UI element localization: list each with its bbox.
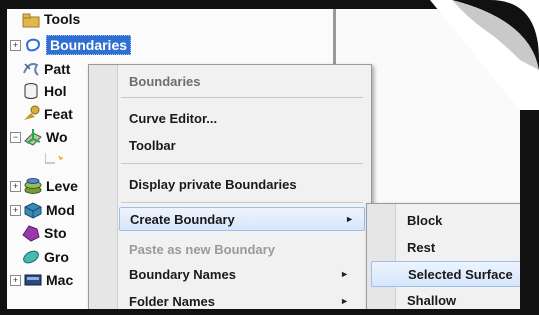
workplanes-icon	[24, 129, 42, 146]
submenu-item-rest[interactable]: Rest	[407, 234, 519, 260]
tree-item-stock[interactable]: Sto	[21, 221, 67, 245]
tree-item-patterns[interactable]: Patt	[21, 57, 70, 81]
frame-border-top	[0, 0, 452, 9]
boundaries-context-menu: Boundaries Curve Editor... Toolbar Displ…	[88, 64, 372, 311]
stock-icon	[22, 225, 40, 242]
submenu-arrow-icon: ►	[340, 269, 349, 279]
expand-icon[interactable]: +	[10, 204, 21, 216]
levels-icon	[24, 178, 42, 194]
screenshot-canvas: Tools + Boundaries Patt Hol Feat − Wo + …	[0, 0, 539, 315]
menu-separator	[121, 97, 363, 98]
tree-item-label: Gro	[44, 249, 69, 265]
tree-item-groups[interactable]: Gro	[21, 245, 69, 269]
menu-item-display-private-boundaries[interactable]: Display private Boundaries	[129, 172, 359, 196]
page-curl-icon	[430, 0, 539, 110]
menu-item-create-boundary[interactable]: Create Boundary ►	[119, 207, 365, 231]
tree-item-label: Mac	[46, 272, 74, 288]
tools-folder-icon	[22, 13, 40, 28]
tree-item-label: Leve	[46, 178, 78, 194]
tree-item-label: Mod	[46, 202, 75, 218]
create-boundary-submenu: Block Rest Selected Surface Shallow	[366, 203, 526, 313]
tree-item-levels[interactable]: + Leve	[10, 174, 78, 198]
submenu-item-block[interactable]: Block	[407, 207, 519, 233]
tree-item-label: Hol	[44, 83, 67, 99]
expand-icon[interactable]: +	[10, 39, 21, 51]
workplane-child-icon	[45, 153, 63, 164]
holes-icon	[24, 83, 38, 99]
menu-header: Boundaries	[129, 73, 201, 89]
menu-item-label: Boundary Names	[129, 266, 236, 282]
tree-item-label: Sto	[44, 225, 67, 241]
frame-border-bottom	[0, 309, 539, 315]
menu-item-boundary-names[interactable]: Boundary Names ►	[129, 262, 359, 286]
features-icon	[24, 105, 40, 120]
tree-item-label: Feat	[44, 106, 73, 122]
tree-item-tools[interactable]: Tools	[21, 7, 80, 31]
collapse-icon[interactable]: −	[10, 131, 21, 143]
tree-item-label: Wo	[46, 129, 68, 145]
models-icon	[24, 202, 42, 219]
tree-item-machine[interactable]: + Mac	[10, 268, 73, 292]
tree-item-features[interactable]: Feat	[21, 102, 73, 126]
menu-item-curve-editor[interactable]: Curve Editor...	[129, 106, 359, 130]
tree-item-workplanes[interactable]: − Wo	[10, 125, 68, 149]
patterns-icon	[23, 63, 39, 76]
machine-icon	[24, 274, 42, 286]
submenu-arrow-icon: ►	[345, 214, 354, 224]
submenu-item-selected-surface[interactable]: Selected Surface	[371, 261, 521, 287]
groups-icon	[23, 250, 39, 264]
tree-item-models[interactable]: + Mod	[10, 198, 75, 222]
menu-gutter	[89, 65, 118, 310]
tree-item-boundaries[interactable]: + Boundaries	[10, 33, 132, 57]
boundaries-icon	[25, 38, 41, 52]
menu-item-label: Folder Names	[129, 293, 215, 309]
frame-border-left	[0, 0, 7, 315]
menu-item-toolbar[interactable]: Toolbar	[129, 133, 359, 157]
expand-icon[interactable]: +	[10, 274, 21, 286]
menu-item-label: Create Boundary	[130, 211, 235, 227]
tree-item-label: Boundaries	[46, 35, 132, 55]
submenu-arrow-icon: ►	[340, 296, 349, 306]
expand-icon[interactable]: +	[10, 180, 21, 192]
tree-item-label: Tools	[44, 11, 81, 27]
tree-item-label: Patt	[44, 61, 71, 77]
tree-item-holes[interactable]: Hol	[21, 79, 67, 103]
menu-separator	[121, 202, 363, 203]
menu-gutter	[367, 204, 396, 312]
tree-item-workplane-child[interactable]	[45, 149, 68, 173]
menu-separator	[121, 163, 363, 164]
menu-item-paste-as-new-boundary: Paste as new Boundary	[129, 241, 275, 257]
